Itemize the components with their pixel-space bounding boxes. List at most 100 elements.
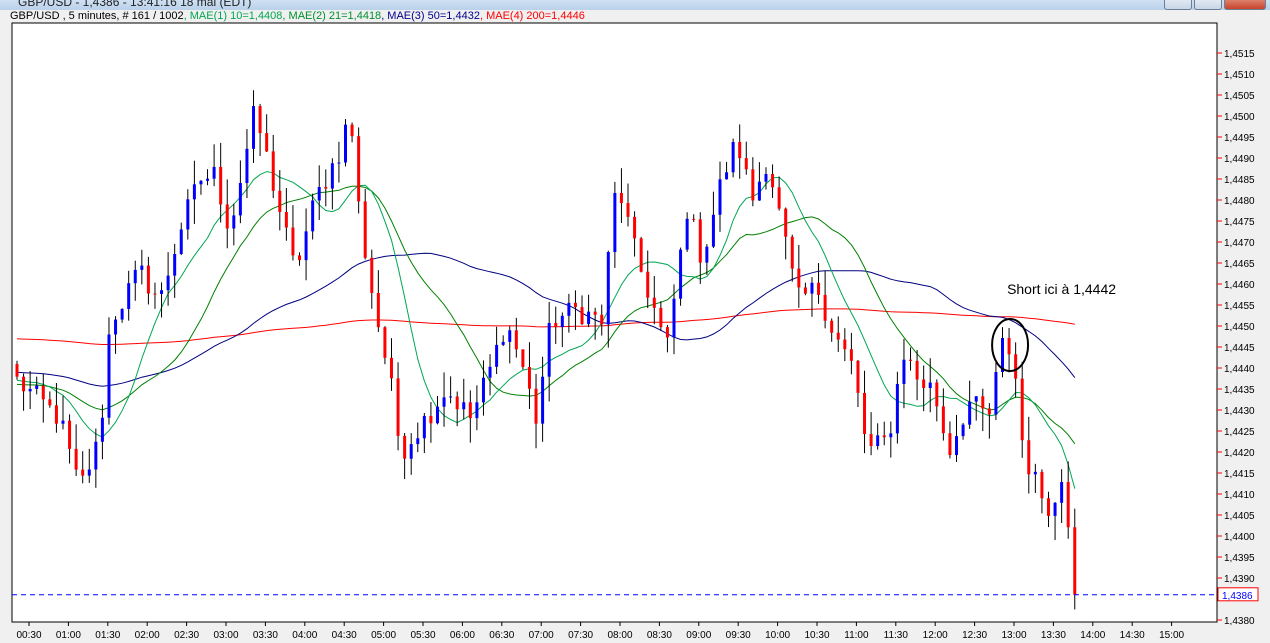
candle-body (567, 302, 571, 316)
x-tick-label: 08:00 (607, 630, 632, 641)
candle-body (863, 392, 867, 435)
x-tick-label: 06:00 (450, 630, 475, 641)
candle-body (120, 308, 124, 320)
y-tick-label: 1,4400 (1224, 532, 1255, 543)
candle-body (396, 378, 400, 436)
x-tick-label: 09:30 (726, 630, 751, 641)
y-tick-label: 1,4460 (1224, 280, 1255, 291)
x-tick-label: 15:00 (1159, 630, 1184, 641)
candle-body (1033, 471, 1037, 475)
candle-body (613, 192, 617, 253)
candle-body (271, 151, 275, 191)
candle-body (633, 216, 637, 239)
last-price-label: 1,4386 (1222, 591, 1253, 602)
candle-body (495, 344, 499, 367)
candle-body (679, 249, 683, 299)
candle-body (100, 417, 104, 442)
candle-body (718, 179, 722, 215)
x-tick-label: 11:30 (884, 630, 909, 641)
candle-body (22, 376, 26, 392)
candle-body (968, 401, 972, 425)
candle-body (836, 332, 840, 340)
y-tick-label: 1,4440 (1224, 364, 1255, 375)
candle-body (146, 265, 150, 294)
candle-body (160, 290, 164, 294)
candle-body (935, 382, 939, 407)
candle-body (166, 275, 170, 291)
candle-body (534, 388, 538, 424)
candle-body (593, 311, 597, 315)
y-tick-label: 1,4420 (1224, 448, 1255, 459)
candle-body (317, 186, 321, 201)
y-tick-label: 1,4445 (1224, 343, 1255, 354)
candle-body (284, 212, 288, 228)
y-tick-label: 1,4515 (1224, 49, 1255, 60)
y-tick-label: 1,4430 (1224, 406, 1255, 417)
candle-body (797, 268, 801, 288)
y-tick-label: 1,4415 (1224, 469, 1255, 480)
candle-body (764, 174, 768, 182)
candle-body (501, 341, 505, 345)
candle-body (107, 334, 111, 418)
x-tick-label: 14:30 (1120, 630, 1145, 641)
candle-body (981, 396, 985, 409)
y-tick-label: 1,4485 (1224, 175, 1255, 186)
candle-body (238, 182, 242, 216)
candle-body (619, 192, 623, 204)
x-tick-label: 11:00 (844, 630, 869, 641)
candle-body (114, 319, 118, 335)
candle-body (41, 385, 45, 400)
candle-body (186, 199, 190, 230)
candle-body (435, 406, 439, 424)
candle-body (711, 214, 715, 247)
candle-body (330, 163, 334, 189)
candle-body (803, 287, 807, 294)
candle-body (744, 158, 748, 170)
candle-body (15, 364, 19, 377)
candle-body (685, 218, 689, 250)
candle-body (481, 377, 485, 403)
y-tick-label: 1,4490 (1224, 154, 1255, 165)
candle-body (928, 382, 932, 389)
candle-body (409, 444, 413, 459)
candle-body (869, 434, 873, 447)
candle-body (344, 124, 347, 163)
candle-body (547, 322, 551, 377)
candle-body (600, 314, 604, 325)
candle-body (475, 402, 479, 419)
y-tick-label: 1,4395 (1224, 553, 1255, 564)
x-tick-label: 14:00 (1080, 630, 1105, 641)
candle-body (876, 435, 880, 447)
candle-body (225, 204, 229, 229)
candle-body (738, 141, 742, 159)
candle-body (403, 435, 407, 459)
candle-body (777, 187, 781, 209)
candle-body (192, 184, 196, 200)
candle-body (521, 349, 525, 367)
x-tick-label: 06:30 (489, 630, 514, 641)
candle-body (987, 408, 991, 415)
x-tick-label: 13:30 (1041, 630, 1066, 641)
candle-body (278, 190, 282, 213)
candle-body (298, 255, 302, 261)
annotation-text: Short ici à 1,4442 (1007, 281, 1116, 297)
candle-body (416, 438, 420, 445)
candle-body (324, 186, 328, 189)
candle-body (357, 136, 361, 202)
candle-body (1027, 440, 1031, 475)
candle-body (560, 315, 564, 328)
candle-body (179, 229, 183, 255)
candle-body (383, 327, 387, 358)
y-tick-label: 1,4500 (1224, 112, 1255, 123)
candle-body (955, 436, 959, 456)
y-tick-label: 1,4455 (1224, 301, 1255, 312)
candle-body (725, 172, 729, 180)
candle-body (376, 292, 380, 328)
candle-body (94, 441, 98, 470)
candle-body (882, 435, 886, 438)
x-tick-label: 05:30 (410, 630, 435, 641)
y-tick-label: 1,4475 (1224, 217, 1255, 228)
candle-body (1060, 482, 1064, 503)
candle-body (462, 402, 466, 410)
candle-body (74, 448, 78, 470)
